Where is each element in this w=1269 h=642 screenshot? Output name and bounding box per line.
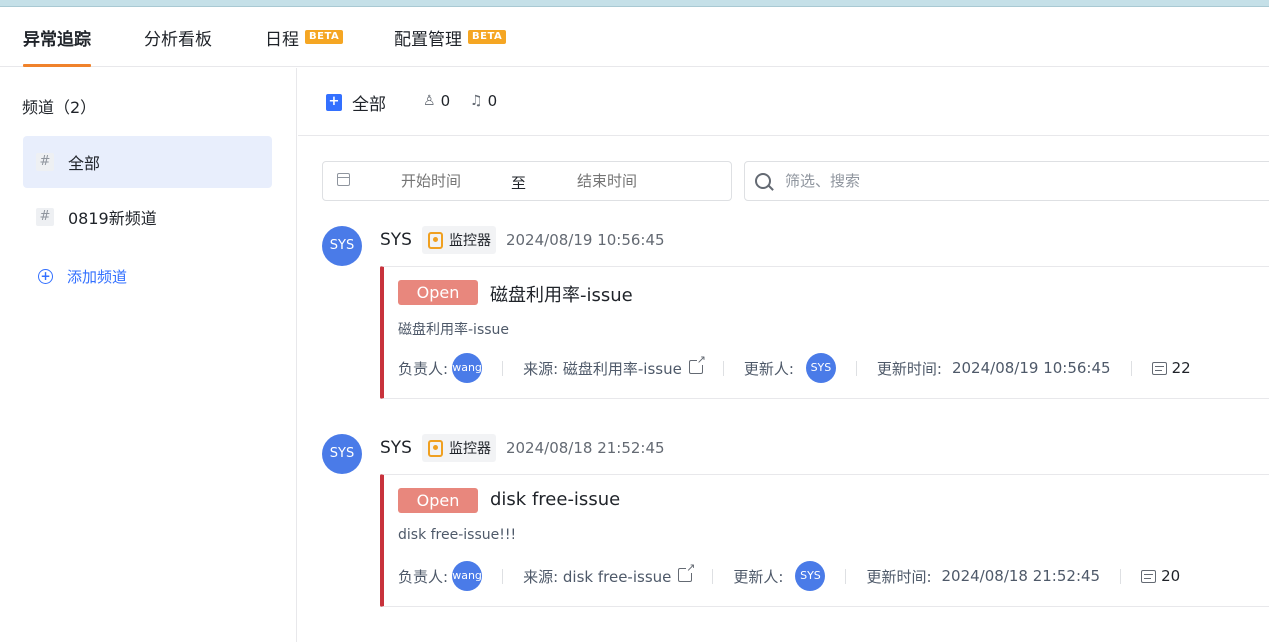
active-tab-indicator — [23, 64, 91, 67]
divider — [502, 360, 504, 376]
message-count: 20 — [1161, 567, 1181, 585]
monitor-icon — [427, 231, 443, 249]
issue-description: disk free-issue!!! — [398, 527, 517, 543]
issue-title[interactable]: 磁盘利用率-issue — [490, 281, 633, 307]
user-icon: ♙ — [423, 93, 436, 109]
plus-circle-icon: + — [38, 269, 53, 284]
member-count-value: 0 — [440, 92, 451, 110]
search-field[interactable] — [744, 161, 1269, 201]
source-tag: 监控器 — [421, 226, 496, 254]
assignee-label: 负责人: — [398, 359, 449, 378]
message-count: 22 — [1171, 359, 1191, 377]
window-top-strip — [0, 0, 1269, 7]
tab-anomaly-tracking[interactable]: 异常追踪 — [23, 7, 91, 67]
divider — [855, 360, 857, 376]
tab-analysis-dashboard[interactable]: 分析看板 — [144, 7, 212, 67]
external-link-icon — [678, 561, 696, 582]
source-link[interactable]: 来源: 磁盘利用率-issue — [523, 353, 706, 379]
updater-label: 更新人: — [733, 567, 784, 586]
tab-label: 异常追踪 — [23, 29, 91, 50]
bell-icon: ♫ — [470, 93, 483, 109]
subscriber-count[interactable]: ♫ 0 — [470, 92, 497, 110]
status-badge: Open — [398, 280, 478, 305]
tab-label: 分析看板 — [144, 29, 212, 50]
start-time-input[interactable] — [401, 172, 521, 190]
updater-avatar[interactable]: SYS — [795, 561, 826, 591]
beta-badge: BETA — [468, 30, 507, 44]
top-tab-bar: 异常追踪 分析看板 日程 BETA 配置管理 BETA — [0, 7, 1269, 67]
end-time-input[interactable] — [577, 172, 697, 190]
date-range-picker[interactable]: 至 — [322, 161, 732, 201]
issue-card[interactable]: Open 磁盘利用率-issue 磁盘利用率-issue 负责人: wang 来… — [380, 266, 1269, 399]
source-tag-label: 监控器 — [448, 441, 491, 457]
issue-description: 磁盘利用率-issue — [398, 322, 510, 338]
tab-label: 配置管理 — [394, 29, 462, 50]
issue-info-row: 负责人: wang 来源: disk free-issue 更新人: SYS 更… — [398, 561, 1180, 591]
author-name: SYS — [380, 438, 412, 458]
channel-label: 0819新频道 — [68, 209, 157, 228]
channel-list-title: 频道（2） — [22, 98, 97, 117]
subscriber-count-value: 0 — [487, 92, 498, 110]
issue-meta: SYS 监控器 2024/08/18 21:52:45 — [380, 434, 665, 462]
source-link[interactable]: 来源: disk free-issue — [523, 561, 696, 587]
assignee-avatar[interactable]: wang — [452, 353, 483, 383]
assignee-label: 负责人: — [398, 567, 449, 586]
add-channel-label: 添加频道 — [67, 268, 128, 286]
issue-created-time: 2024/08/18 21:52:45 — [505, 439, 665, 457]
search-input[interactable] — [785, 172, 1085, 190]
add-channel-button[interactable]: + 添加频道 — [38, 266, 127, 287]
calendar-icon — [337, 173, 350, 186]
updated-time: 2024/08/19 10:56:45 — [951, 359, 1111, 377]
message-count-icon — [1151, 361, 1167, 375]
divider — [722, 360, 724, 376]
divider — [712, 568, 714, 584]
author-name: SYS — [380, 230, 412, 250]
channel-item-0819[interactable]: # 0819新频道 — [23, 191, 272, 243]
member-count[interactable]: ♙ 0 — [423, 92, 450, 110]
tab-config-management[interactable]: 配置管理 BETA — [394, 7, 507, 67]
source-link-label: 来源: 磁盘利用率-issue — [523, 359, 682, 378]
tab-label: 日程 — [265, 29, 299, 50]
issue-title[interactable]: disk free-issue — [490, 489, 620, 510]
source-link-label: 来源: disk free-issue — [523, 567, 672, 586]
divider — [845, 568, 847, 584]
updater-label: 更新人: — [743, 359, 794, 378]
divider — [502, 568, 504, 584]
monitor-icon — [427, 439, 443, 457]
author-avatar[interactable]: SYS — [322, 434, 362, 474]
channel-item-all[interactable]: # 全部 — [23, 136, 272, 188]
divider — [1120, 568, 1122, 584]
issue-created-time: 2024/08/19 10:56:45 — [505, 231, 665, 249]
issue-info-row: 负责人: wang 来源: 磁盘利用率-issue 更新人: SYS 更新时间:… — [398, 353, 1191, 383]
channel-bookmark-icon: + — [326, 94, 342, 111]
tab-schedule[interactable]: 日程 BETA — [265, 7, 344, 67]
status-badge: Open — [398, 488, 478, 513]
search-icon — [755, 173, 771, 189]
updated-time: 2024/08/18 21:52:45 — [941, 567, 1101, 585]
source-tag-label: 监控器 — [448, 233, 491, 249]
channel-header: + 全部 ♙ 0 ♫ 0 — [298, 68, 1269, 136]
date-range-separator: 至 — [511, 174, 527, 192]
message-count-icon — [1141, 569, 1157, 583]
divider — [1130, 360, 1132, 376]
issue-meta: SYS 监控器 2024/08/19 10:56:45 — [380, 226, 665, 254]
source-tag: 监控器 — [421, 434, 496, 462]
external-link-icon — [688, 353, 706, 374]
updated-label: 更新时间: — [866, 567, 932, 586]
assignee-avatar[interactable]: wang — [452, 561, 483, 591]
issue-card[interactable]: Open disk free-issue disk free-issue!!! … — [380, 474, 1269, 607]
author-avatar[interactable]: SYS — [322, 226, 362, 266]
beta-badge: BETA — [305, 30, 344, 44]
hash-icon: # — [36, 153, 54, 171]
updated-label: 更新时间: — [876, 359, 942, 378]
channel-label: 全部 — [68, 154, 101, 173]
updater-avatar[interactable]: SYS — [805, 353, 836, 383]
channel-title: 全部 — [352, 95, 386, 115]
channel-sidebar: 频道（2） # 全部 # 0819新频道 + 添加频道 — [0, 68, 297, 642]
hash-icon: # — [36, 208, 54, 226]
